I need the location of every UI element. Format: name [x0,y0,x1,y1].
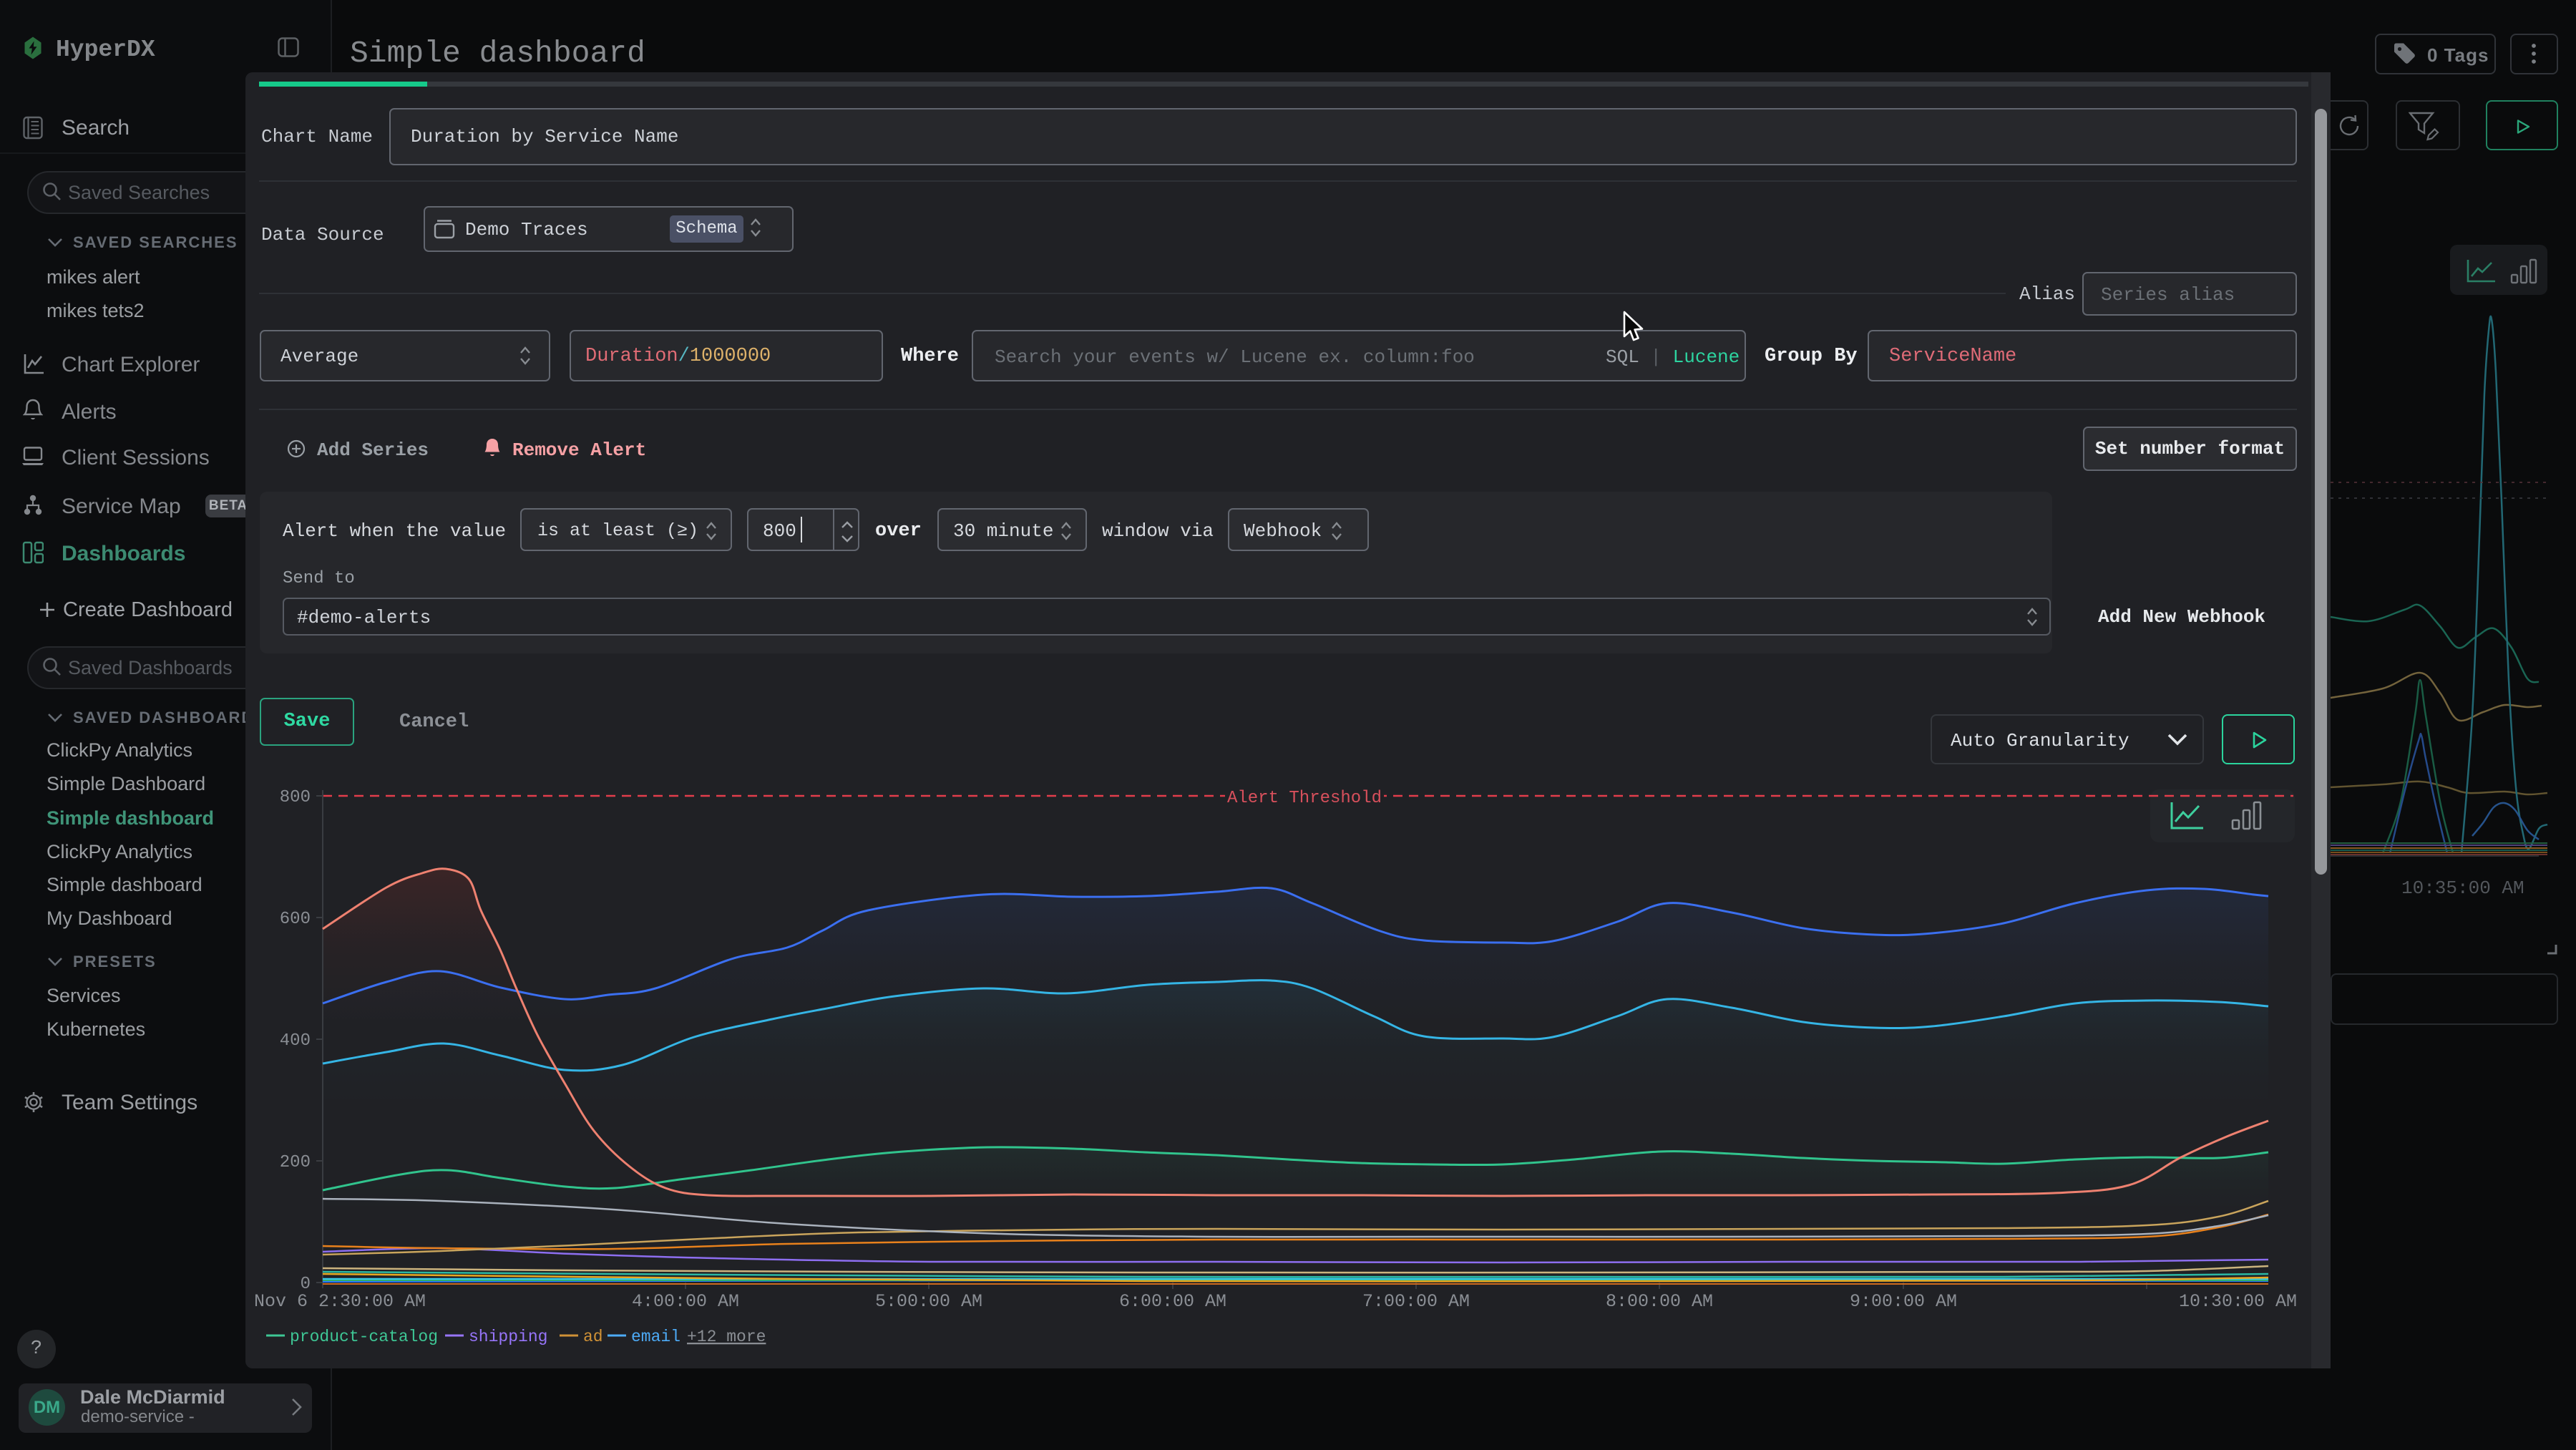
svg-text:7:00:00 AM: 7:00:00 AM [1362,1291,1470,1312]
svg-text:Nov 6 2:30:00 AM: Nov 6 2:30:00 AM [254,1291,426,1312]
svg-text:8:00:00 AM: 8:00:00 AM [1606,1291,1713,1312]
svg-text:email: email [631,1328,680,1346]
svg-text:200: 200 [280,1153,311,1172]
svg-text:product-catalog: product-catalog [290,1328,438,1346]
svg-text:Alert Threshold: Alert Threshold [1227,789,1382,808]
svg-text:600: 600 [280,910,311,929]
svg-text:10:30:00 AM: 10:30:00 AM [2179,1291,2297,1312]
svg-text:shipping: shipping [469,1328,547,1346]
svg-text:5:00:00 AM: 5:00:00 AM [875,1291,982,1312]
svg-text:4:00:00 AM: 4:00:00 AM [632,1291,739,1312]
svg-text:400: 400 [280,1031,311,1051]
svg-text:ad: ad [583,1328,603,1346]
svg-text:9:00:00 AM: 9:00:00 AM [1850,1291,1957,1312]
svg-text:800: 800 [280,788,311,807]
svg-text:6:00:00 AM: 6:00:00 AM [1119,1291,1226,1312]
svg-text:+12 more: +12 more [687,1328,766,1346]
